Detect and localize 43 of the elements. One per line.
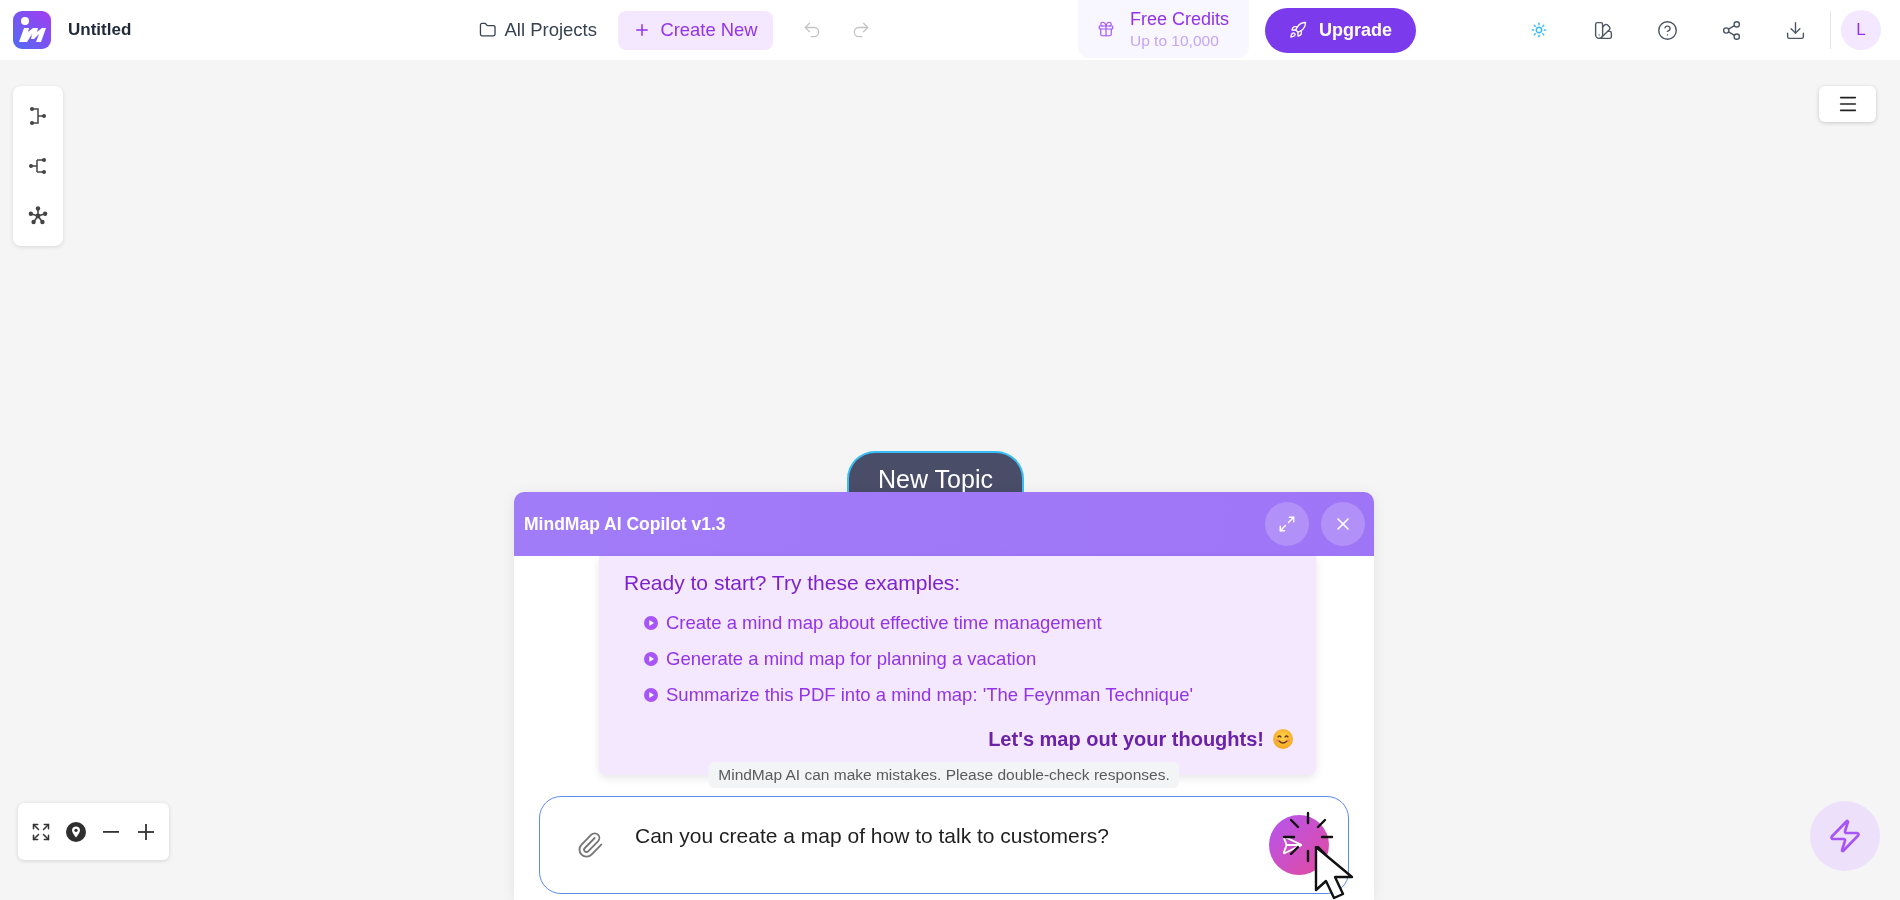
example-prompt[interactable]: Create a mind map about effective time management (666, 611, 1102, 635)
play-circle-icon (644, 688, 658, 702)
credits-subtitle: Up to 10,000 (1130, 31, 1220, 50)
paperclip-icon (576, 831, 604, 859)
message-input[interactable]: Can you create a map of how to talk to customers? (635, 823, 1249, 873)
free-credits-badge[interactable]: Free Credits Up to 10,000 (1078, 0, 1249, 58)
gift-icon (1097, 20, 1115, 38)
app-logo (13, 11, 51, 49)
example-prompt[interactable]: Generate a mind map for planning a vacation (666, 647, 1037, 671)
lightning-icon (1827, 818, 1863, 854)
expand-icon (1278, 515, 1296, 533)
share-icon (1720, 19, 1742, 41)
swatch-book-icon (1592, 19, 1614, 41)
topic-node[interactable]: New Topic (847, 451, 1024, 492)
undo-icon (802, 20, 822, 40)
disclaimer-tooltip: MindMap AI can make mistakes. Please double-check responses. (708, 762, 1180, 788)
all-projects-link[interactable]: All Projects (479, 19, 597, 41)
radial-map-icon (28, 206, 48, 226)
redo-icon (851, 20, 871, 40)
fit-view-icon (31, 821, 51, 842)
example-prompt[interactable]: Summarize this PDF into a mind map: 'The Feynman Technique' (666, 683, 1193, 707)
plus-icon (138, 823, 154, 840)
create-new-button[interactable]: Create New (618, 10, 773, 50)
user-avatar[interactable]: L (1841, 10, 1881, 50)
location-pin-icon (66, 821, 86, 842)
smiling-face-icon (1273, 729, 1293, 749)
sun-icon (1531, 22, 1547, 38)
minus-icon (103, 830, 119, 833)
folder-icon (479, 21, 497, 39)
play-circle-icon (644, 616, 658, 630)
credits-title: Free Credits (1130, 8, 1230, 30)
closing-text: Let's map out your thoughts! (988, 727, 1264, 752)
document-title: Untitled (68, 20, 132, 40)
right-tree-icon (28, 106, 48, 126)
left-tree-icon (28, 156, 48, 176)
copilot-title: MindMap AI Copilot v1.3 (524, 513, 726, 535)
upgrade-button[interactable]: Upgrade (1265, 7, 1416, 53)
download-icon (1784, 19, 1806, 41)
rocket-icon (1289, 21, 1307, 39)
message-heading: Ready to start? Try these examples: (624, 570, 962, 596)
help-icon (1656, 19, 1678, 41)
menu-button[interactable] (1819, 86, 1876, 122)
play-circle-icon (644, 652, 658, 666)
